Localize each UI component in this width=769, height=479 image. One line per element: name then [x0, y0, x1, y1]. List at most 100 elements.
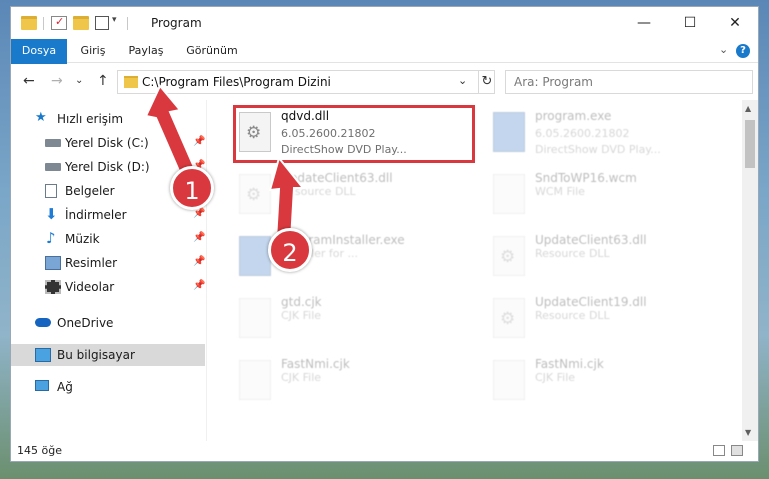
status-bar: 145 öğe: [11, 441, 758, 461]
tab-view[interactable]: Görünüm: [183, 39, 241, 63]
help-icon[interactable]: ?: [736, 44, 750, 58]
navigation-bar: ← → ⌄ ↑ C:\Program Files\Program Dizini …: [11, 64, 758, 100]
sidebar-item-videos[interactable]: Videolar 📌: [11, 276, 205, 298]
computer-icon: [35, 348, 51, 362]
ribbon-expand-icon[interactable]: ⌄: [719, 43, 728, 56]
folder-icon: [21, 16, 37, 30]
address-bar[interactable]: C:\Program Files\Program Dizini ⌄ ↻: [117, 70, 495, 94]
forward-button[interactable]: →: [51, 73, 63, 89]
file-item[interactable]: UpdateClient63.dll Resource DLL: [233, 168, 473, 224]
details-view-icon[interactable]: [713, 445, 725, 456]
file-item[interactable]: gtd.cjk CJK File: [233, 292, 473, 348]
separator: [43, 17, 44, 30]
explorer-window: ✓ ▾ Program — ☐ ✕ Dosya Giriş Paylaş Gör…: [10, 6, 759, 462]
sidebar-item-label: Yerel Disk (D:): [65, 160, 150, 174]
file-item[interactable]: program.exe 6.05.2600.21802 DirectShow D…: [487, 106, 727, 162]
step-2-badge: 2: [268, 228, 312, 272]
document-icon: [45, 184, 57, 198]
item-count: 145 öğe: [17, 444, 62, 457]
blank-file-icon: [493, 360, 525, 400]
vertical-scrollbar[interactable]: ▲ ▼: [742, 100, 758, 441]
sidebar-item-label: Hızlı erişim: [57, 112, 124, 126]
new-folder-icon[interactable]: [73, 16, 89, 30]
customize-quick-access-icon[interactable]: [95, 16, 109, 30]
file-item[interactable]: FastNmi.cjk CJK File: [233, 354, 473, 410]
file-name: FastNmi.cjk: [535, 357, 604, 371]
file-type: CJK File: [281, 309, 322, 322]
recent-locations-icon[interactable]: ⌄: [75, 75, 83, 86]
separator: [127, 17, 128, 30]
maximize-button[interactable]: ☐: [667, 7, 713, 39]
file-version: 6.05.2600.21802: [535, 127, 630, 140]
sidebar-item-pictures[interactable]: Resimler 📌: [11, 252, 205, 274]
folder-icon: [124, 76, 138, 88]
address-path[interactable]: C:\Program Files\Program Dizini: [142, 75, 331, 89]
file-description: DirectShow DVD Play...: [535, 143, 661, 156]
sidebar-item-this-pc[interactable]: Bu bilgisayar: [11, 344, 205, 366]
sidebar-item-label: Bu bilgisayar: [57, 348, 135, 362]
exe-file-icon: [493, 112, 525, 152]
network-icon: [35, 380, 49, 391]
close-button[interactable]: ✕: [712, 7, 758, 39]
video-icon: [45, 280, 61, 294]
file-item[interactable]: SndToWP16.wcm WCM File: [487, 168, 727, 224]
sidebar-item-quick-access[interactable]: ★ Hızlı erişim: [11, 108, 205, 130]
tab-home[interactable]: Giriş: [73, 39, 113, 63]
quick-access-dropdown-icon[interactable]: ▾: [112, 15, 117, 25]
gear-file-icon: [239, 174, 271, 214]
search-input[interactable]: Ara: Program: [514, 75, 593, 89]
file-name: program.exe: [535, 109, 612, 123]
sidebar-item-network[interactable]: Ağ: [11, 376, 205, 398]
cloud-icon: [35, 318, 51, 327]
file-type: WCM File: [535, 185, 585, 198]
file-type: Resource DLL: [281, 185, 356, 198]
blank-file-icon: [493, 174, 525, 214]
sidebar-item-music[interactable]: ♪ Müzik 📌: [11, 228, 205, 250]
sidebar-item-downloads[interactable]: ⬇ İndirmeler 📌: [11, 204, 205, 226]
file-highlight-box: [233, 105, 475, 163]
pictures-icon: [45, 256, 61, 270]
blank-file-icon: [239, 360, 271, 400]
file-name: FastNmi.cjk: [281, 357, 350, 371]
sidebar-item-label: OneDrive: [57, 316, 114, 330]
download-icon: ⬇: [45, 205, 58, 223]
drive-icon: [45, 163, 61, 171]
window-title: Program: [151, 16, 202, 30]
gear-file-icon: [493, 236, 525, 276]
scroll-up-icon[interactable]: ▲: [745, 104, 751, 113]
properties-icon[interactable]: ✓: [51, 15, 67, 30]
file-item[interactable]: FastNmi.cjk CJK File: [487, 354, 727, 410]
file-name: UpdateClient63.dll: [281, 171, 393, 185]
pin-icon[interactable]: 📌: [193, 136, 205, 147]
sidebar-item-local-disk-c[interactable]: Yerel Disk (C:) 📌: [11, 132, 205, 154]
sidebar-item-onedrive[interactable]: OneDrive: [11, 312, 205, 334]
sidebar-item-label: İndirmeler: [65, 208, 127, 222]
star-icon: ★: [35, 110, 47, 125]
large-icons-view-icon[interactable]: [731, 445, 743, 456]
pin-icon[interactable]: 📌: [193, 232, 205, 243]
minimize-button[interactable]: —: [621, 7, 667, 39]
scroll-thumb[interactable]: [745, 120, 755, 168]
up-button[interactable]: ↑: [97, 73, 109, 89]
sidebar-item-label: Belgeler: [65, 184, 115, 198]
back-button[interactable]: ←: [23, 73, 35, 89]
scroll-down-icon[interactable]: ▼: [745, 428, 751, 437]
pin-icon[interactable]: 📌: [193, 256, 205, 267]
sidebar-item-label: Ağ: [57, 380, 73, 394]
gear-file-icon: [493, 298, 525, 338]
file-name: UpdateClient19.dll: [535, 295, 647, 309]
file-type: Resource DLL: [535, 247, 610, 260]
file-item[interactable]: UpdateClient19.dll Resource DLL: [487, 292, 727, 348]
file-name: SndToWP16.wcm: [535, 171, 637, 185]
tab-share[interactable]: Paylaş: [121, 39, 171, 63]
pin-icon[interactable]: 📌: [193, 280, 205, 291]
file-type: CJK File: [281, 371, 322, 384]
sidebar-item-label: Yerel Disk (C:): [65, 136, 149, 150]
file-type: CJK File: [535, 371, 576, 384]
sidebar-item-label: Müzik: [65, 232, 100, 246]
drive-icon: [45, 139, 61, 147]
file-item[interactable]: UpdateClient63.dll Resource DLL: [487, 230, 727, 286]
search-box[interactable]: Ara: Program: [505, 70, 753, 94]
address-dropdown-icon[interactable]: ⌄: [458, 74, 467, 87]
refresh-button[interactable]: ↻: [478, 71, 495, 93]
